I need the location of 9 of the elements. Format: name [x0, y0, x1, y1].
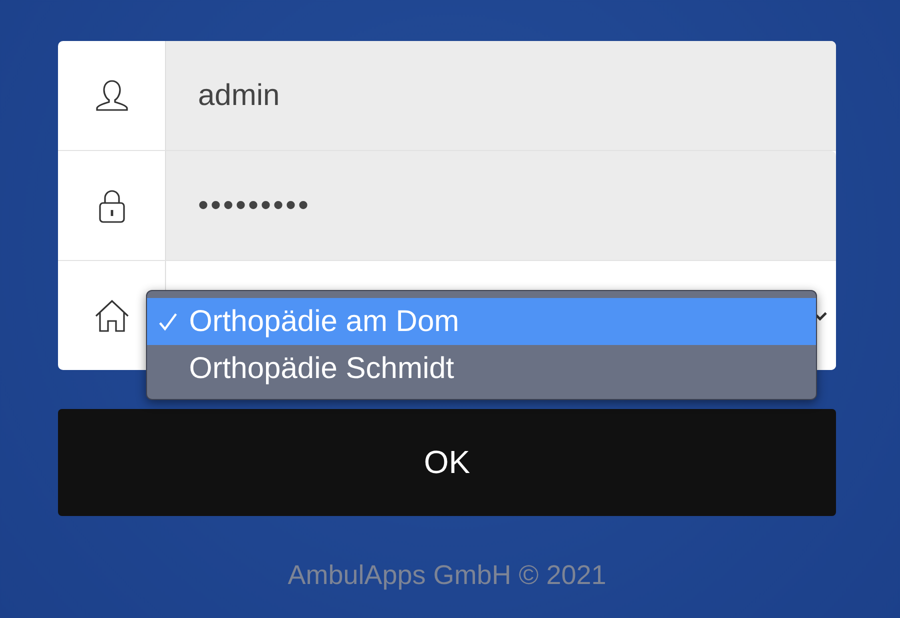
ok-button[interactable]: OK [58, 409, 836, 516]
password-field[interactable]: ••••••••• [166, 151, 836, 260]
home-icon [94, 298, 130, 332]
username-field[interactable]: admin [166, 41, 836, 150]
lock-icon [96, 188, 126, 224]
user-icon [94, 78, 130, 114]
check-icon [157, 310, 179, 332]
copyright-text: AmbulApps GmbH © 2021 [288, 560, 606, 591]
dropdown-option[interactable]: Orthopädie Schmidt [147, 345, 816, 392]
